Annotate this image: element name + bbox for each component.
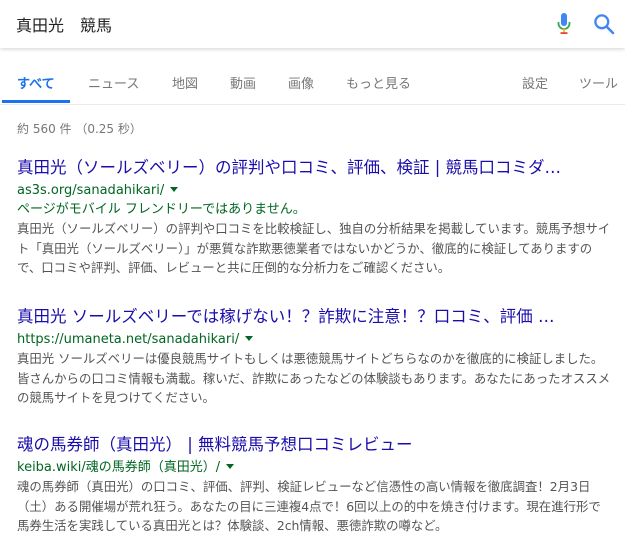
- result-snippet: 魂の馬券師（真田光）の口コミ、評価、評判、検証レビューなど信憑性の高い情報を徹底…: [17, 479, 601, 533]
- search-bar: [0, 0, 625, 48]
- tab-maps[interactable]: 地図: [172, 73, 198, 92]
- tab-images[interactable]: 画像: [288, 73, 314, 92]
- result-url-row: https://umaneta.net/sanadahikari/: [17, 330, 617, 349]
- result-title-link[interactable]: 真田光（ソールズベリー）の評判や口コミ、評価、検証 | 競馬口コミダ…: [17, 157, 613, 179]
- search-result: 魂の馬券師（真田光） | 無料競馬予想口コミレビュー keiba.wiki/魂の…: [17, 434, 617, 536]
- search-input[interactable]: [16, 10, 536, 38]
- result-snippet: 真田光 ソールズベリーは優良競馬サイトもしくは悪徳競馬サイトどちらなのかを徹底的…: [17, 351, 611, 405]
- mobile-friendly-note: ページがモバイル フレンドリーではありません。: [17, 202, 306, 217]
- chevron-down-icon[interactable]: [226, 464, 235, 469]
- chevron-down-icon[interactable]: [170, 187, 179, 192]
- result-title-link[interactable]: 魂の馬券師（真田光） | 無料競馬予想口コミレビュー: [17, 434, 613, 456]
- tab-settings[interactable]: 設定: [522, 73, 548, 92]
- tab-news[interactable]: ニュース: [88, 73, 139, 92]
- mic-icon[interactable]: [556, 12, 572, 36]
- result-url[interactable]: keiba.wiki/魂の馬券師（真田光）/: [17, 460, 220, 475]
- tab-all[interactable]: すべて: [17, 73, 55, 92]
- tab-tools[interactable]: ツール: [579, 73, 618, 92]
- result-snippet: 真田光（ソールズベリー）の評判や口コミを比較検証し、独自の分析結果を掲載していま…: [17, 221, 611, 275]
- active-tab-indicator: [2, 100, 70, 103]
- result-url[interactable]: as3s.org/sanadahikari/: [17, 183, 164, 198]
- chevron-down-icon[interactable]: [245, 336, 254, 341]
- result-url[interactable]: https://umaneta.net/sanadahikari/: [17, 332, 239, 347]
- result-url-row: as3s.org/sanadahikari/: [17, 181, 617, 200]
- search-result: 真田光 ソールズベリーでは稼げない！？詐欺に注意！？口コミ、評価 … https…: [17, 306, 617, 408]
- result-url-row: keiba.wiki/魂の馬券師（真田光）/: [17, 458, 617, 477]
- search-tabs: すべて ニュース 地図 動画 画像 もっと見る 設定 ツール: [0, 56, 625, 105]
- tab-videos[interactable]: 動画: [230, 73, 256, 92]
- tab-more[interactable]: もっと見る: [346, 73, 411, 92]
- result-stats: 約 560 件 （0.25 秒）: [17, 122, 142, 136]
- search-results-page: すべて ニュース 地図 動画 画像 もっと見る 設定 ツール 約 560 件 （…: [0, 0, 625, 540]
- search-result: 真田光（ソールズベリー）の評判や口コミ、評価、検証 | 競馬口コミダ… as3s…: [17, 157, 617, 278]
- search-icon[interactable]: [593, 13, 615, 35]
- result-title-link[interactable]: 真田光 ソールズベリーでは稼げない！？詐欺に注意！？口コミ、評価 …: [17, 306, 613, 328]
